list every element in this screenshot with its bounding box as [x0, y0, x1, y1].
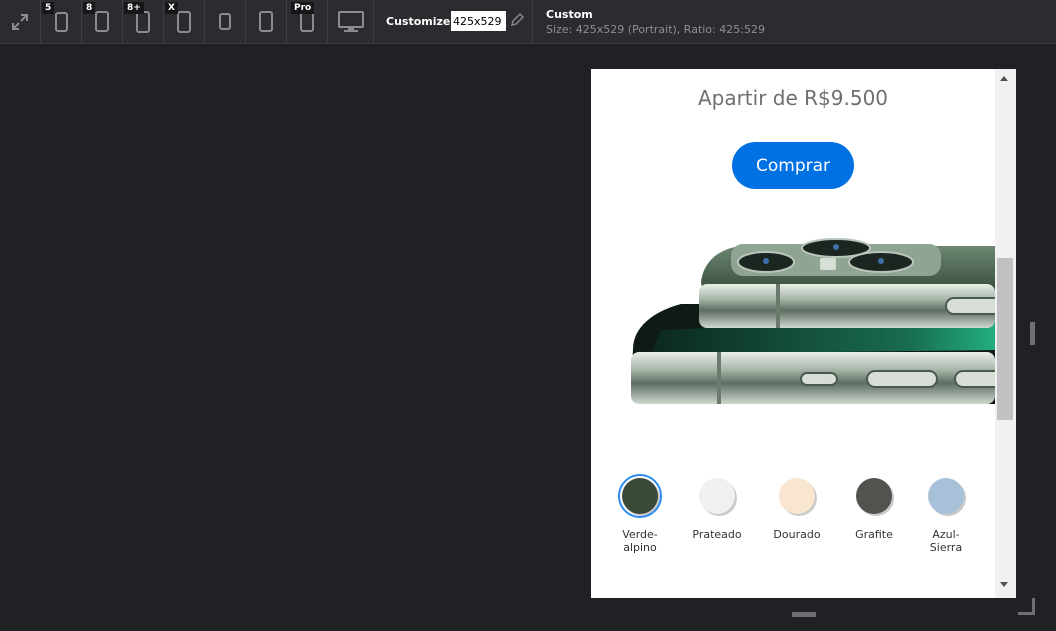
- tablet-icon: [259, 11, 273, 32]
- device-pro-button[interactable]: Pro: [287, 0, 328, 43]
- buy-button[interactable]: Comprar: [732, 142, 854, 189]
- color-swatch-verde-alpino[interactable]: Verde- alpino: [598, 474, 682, 554]
- device-tablet-small-button[interactable]: [205, 0, 246, 43]
- tablet-icon: [300, 11, 314, 32]
- phone-product-image: [631, 238, 995, 404]
- custom-device-title: Custom: [546, 8, 593, 21]
- device-desktop-button[interactable]: [328, 0, 374, 43]
- swatch-circle: [856, 478, 892, 514]
- device-pro-badge: Pro: [291, 2, 315, 14]
- scroll-up-arrow-icon[interactable]: [1000, 76, 1008, 81]
- swatch-circle: [928, 478, 964, 514]
- phone-icon: [95, 11, 109, 32]
- swatch-circle: [779, 478, 815, 514]
- toolbar-divider: [532, 0, 533, 43]
- swatch-label: Azul- Sierra: [929, 528, 963, 554]
- color-swatch-prateado[interactable]: Prateado: [675, 478, 759, 541]
- device-8-badge: 8: [83, 2, 96, 14]
- fit-to-window-button[interactable]: [0, 0, 41, 43]
- pencil-icon[interactable]: [510, 13, 524, 27]
- customize-label: Customize:: [386, 15, 455, 28]
- phone-icon: [54, 11, 68, 32]
- device-toolbar: 5 8 8+ X Pro Customize: Custom Size: 425…: [0, 0, 1056, 44]
- device-5-button[interactable]: 5: [41, 0, 82, 43]
- custom-device-info: Size: 425x529 (Portrait), Ratio: 425:529: [546, 23, 765, 36]
- device-8plus-button[interactable]: 8+: [123, 0, 164, 43]
- expand-arrows-icon: [12, 13, 28, 30]
- resize-handle-right[interactable]: [1030, 322, 1035, 345]
- device-8plus-badge: 8+: [124, 2, 144, 14]
- device-5-badge: 5: [42, 2, 55, 14]
- swatch-circle: [618, 474, 662, 518]
- custom-size-input[interactable]: [451, 11, 506, 31]
- scroll-down-arrow-icon[interactable]: [1000, 582, 1008, 587]
- device-x-badge: X: [165, 2, 178, 14]
- color-swatch-dourado[interactable]: Dourado: [755, 478, 839, 541]
- swatch-label: Verde- alpino: [622, 528, 658, 554]
- tablet-icon: [219, 13, 231, 30]
- monitor-icon: [337, 10, 364, 32]
- device-8-button[interactable]: 8: [82, 0, 123, 43]
- swatch-label: Prateado: [692, 528, 742, 541]
- swatch-label: Dourado: [773, 528, 821, 541]
- phone-icon: [177, 10, 191, 33]
- scrollbar-thumb[interactable]: [997, 258, 1013, 420]
- resize-corner-icon[interactable]: [1018, 598, 1035, 615]
- price-text: Apartir de R$9.500: [697, 86, 889, 110]
- device-x-button[interactable]: X: [164, 0, 205, 43]
- resize-handle-bottom[interactable]: [792, 612, 816, 617]
- swatch-circle: [699, 478, 735, 514]
- device-viewport: Apartir de R$9.500 Comprar Verde- alpino…: [591, 69, 1016, 598]
- device-tablet-button[interactable]: [246, 0, 287, 43]
- color-swatch-azul-sierra[interactable]: Azul- Sierra: [904, 478, 988, 554]
